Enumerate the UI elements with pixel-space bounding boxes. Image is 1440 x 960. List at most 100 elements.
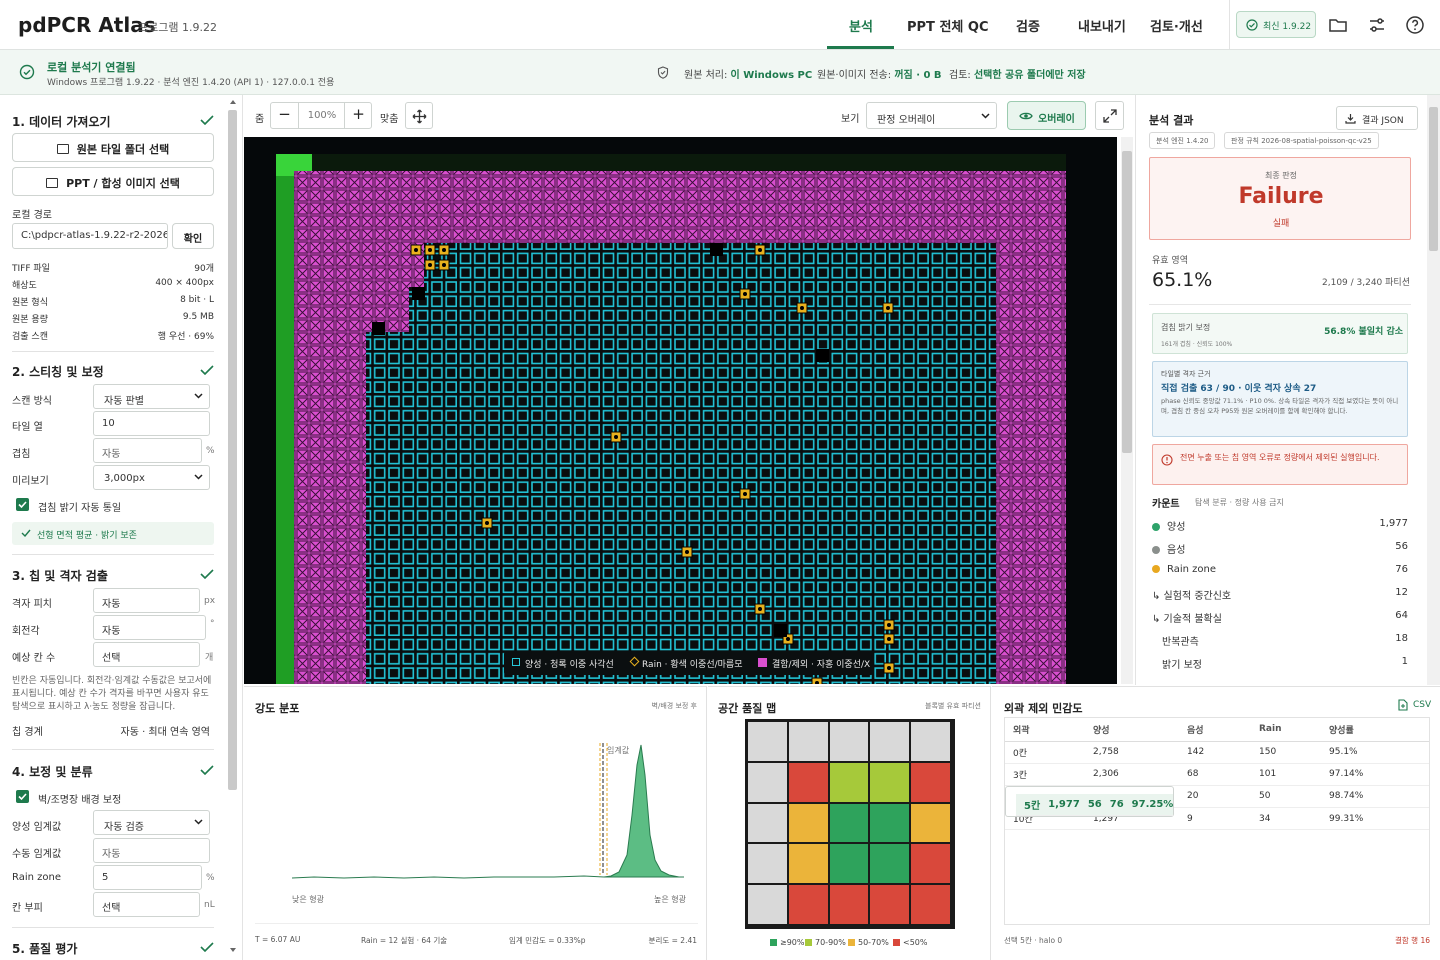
rotation-input[interactable]: 자동 [93, 615, 206, 640]
pos-threshold-select[interactable]: 자동 검증 [93, 810, 210, 835]
volume-input[interactable]: 선택 [93, 892, 200, 917]
zoom-out-button[interactable]: − [271, 103, 299, 128]
version-badge-button[interactable]: 최신 1.9.22 [1236, 11, 1316, 38]
legend-swatch [805, 939, 812, 946]
count-row: 밝기 보정 1 [1162, 656, 1408, 671]
overlap-input[interactable]: 자동 [93, 438, 202, 463]
prop-label: 원본 형식 [12, 298, 48, 308]
preview-size-select[interactable]: 3,000px [93, 465, 210, 490]
heatmap-legend-item: <50% [893, 938, 927, 947]
section-title-grid: 3. 칩 및 격자 검출 [12, 569, 108, 583]
defect-legend-icon [758, 658, 767, 667]
tile-cols-label: 타일 열 [12, 422, 43, 433]
alert-icon [1161, 454, 1173, 466]
heatmap-cell [748, 803, 787, 843]
table-cell: 34 [1251, 807, 1321, 830]
count-value: 64 [1395, 610, 1408, 621]
tab-analysis[interactable]: 분석 [849, 16, 873, 35]
result-json-button[interactable]: 결과 JSON [1336, 106, 1418, 130]
legend-swatch [848, 939, 855, 946]
empty-well [816, 349, 829, 362]
move-icon [412, 109, 427, 124]
result-scrollbar[interactable] [1427, 95, 1440, 685]
legend-label: <50% [903, 938, 928, 947]
select-tile-folder-label: 원본 타일 폴더 선택 [76, 143, 170, 156]
table-row[interactable]: 0칸 2,758 142 150 95.1% [1005, 741, 1429, 764]
check-icon [21, 529, 31, 537]
transfer-label: 원본·이미지 전송: [817, 70, 892, 81]
result-scroll-thumb[interactable] [1429, 107, 1438, 251]
view-mode-select[interactable]: 판정 오버레이 [866, 102, 997, 129]
sensitivity-footer-right: 결함 행 16 [1394, 936, 1430, 945]
chip-image-canvas[interactable]: 양성 · 청록 이중 사각선 Rain · 황색 이중선/마름모 결함/제외 ·… [244, 137, 1117, 684]
overlay-toggle-button[interactable]: 오버레이 [1007, 101, 1086, 130]
heatmap-cell [829, 762, 869, 802]
table-row[interactable]: 5칸 1,977 56 76 97.25% [1005, 785, 1175, 817]
csv-button[interactable]: CSV [1413, 700, 1431, 710]
count-dot-icon [1152, 546, 1160, 554]
tile-cols-input[interactable]: 10 [93, 411, 210, 436]
prop-value: 90개 [194, 264, 214, 274]
expected-count-label: 예상 칸 수 [12, 653, 56, 664]
chevron-down-icon [194, 393, 203, 399]
legend-label: ≥90% [780, 938, 805, 947]
tab-ppt-qc[interactable]: PPT 전체 QC [907, 16, 989, 35]
rain-zone-label: Rain zone [12, 872, 62, 883]
tab-review[interactable]: 검토·개선 [1150, 16, 1203, 35]
preview-label: 미리보기 [12, 476, 49, 487]
divider [255, 923, 698, 924]
zoom-control: − 100% + [270, 102, 372, 129]
pan-button[interactable] [405, 102, 433, 129]
heatmap-cell [788, 762, 828, 802]
count-row: 양성 1,977 [1152, 518, 1408, 533]
help-icon[interactable] [1405, 15, 1425, 35]
manual-threshold-input[interactable]: 자동 [93, 838, 210, 863]
divider [12, 749, 214, 750]
rain-marker-dot [614, 435, 618, 439]
auto-brightness-checkbox[interactable] [16, 498, 29, 511]
rain-marker-dot [485, 521, 489, 525]
fullscreen-button[interactable] [1095, 101, 1124, 130]
tab-verify[interactable]: 검증 [1016, 16, 1040, 35]
heatmap-cell [788, 844, 828, 884]
bg-correction-checkbox[interactable] [16, 790, 29, 803]
folder-icon[interactable] [1328, 15, 1348, 35]
stitch-note-text: 선형 면적 평균 · 밝기 보존 [37, 531, 137, 541]
heatmap-cell [911, 722, 950, 761]
volume-label: 칸 부피 [12, 903, 43, 914]
overlay-legend: 양성 · 청록 이중 사각선 Rain · 황색 이중선/마름모 결함/제외 ·… [504, 651, 874, 675]
expected-count-input[interactable]: 선택 [93, 642, 200, 667]
tab-export[interactable]: 내보내기 [1078, 16, 1126, 35]
divider [12, 927, 214, 928]
threshold-label: 임계값 [607, 745, 630, 755]
heatmap-cell [870, 803, 910, 843]
local-path-input[interactable]: C:\pdpcr-atlas-1.9.22-r2-20260 [12, 223, 168, 249]
zoom-in-button[interactable]: + [344, 103, 372, 128]
prop-value: 8 bit · L [180, 295, 214, 305]
legend-rain: Rain · 황색 이중선/마름모 [642, 660, 743, 670]
rain-zone-input[interactable]: 5 [93, 865, 202, 890]
heatmap-cell [829, 803, 869, 843]
scan-mode-select[interactable]: 자동 판별 [93, 384, 210, 409]
overlap-correction-box: 겹침 밝기 보정 161개 겹침 · 신뢰도 100% 56.8% 불일치 감소 [1152, 313, 1408, 354]
rain-marker-dot [758, 248, 762, 252]
canvas-scrollbar[interactable] [1121, 137, 1133, 684]
heatmap-cell [870, 844, 910, 884]
legend-label: 70-90% [815, 938, 846, 947]
scroll-up-icon[interactable] [229, 99, 237, 105]
pitch-input[interactable]: 자동 [93, 588, 200, 613]
table-row[interactable]: 3칸 2,306 68 101 97.14% [1005, 763, 1429, 786]
settings-sliders-icon[interactable] [1367, 15, 1387, 35]
confirm-path-button[interactable]: 확인 [172, 223, 214, 249]
canvas-scroll-thumb[interactable] [1122, 151, 1132, 453]
select-tile-folder-button[interactable]: 원본 타일 폴더 선택 [12, 133, 214, 162]
scroll-down-icon[interactable] [229, 947, 237, 953]
select-ppt-button[interactable]: PPT / 합성 이미지 선택 [12, 167, 214, 196]
sidebar-scrollbar[interactable] [228, 110, 237, 790]
heatmap-cell [788, 722, 828, 761]
divider [1229, 0, 1230, 49]
heatmap-cell [870, 885, 910, 924]
chip-edge-value: 자동 · 최대 연속 영역 [120, 727, 211, 738]
heatmap-cell [829, 844, 869, 884]
count-label: 양성 [1167, 522, 1186, 533]
